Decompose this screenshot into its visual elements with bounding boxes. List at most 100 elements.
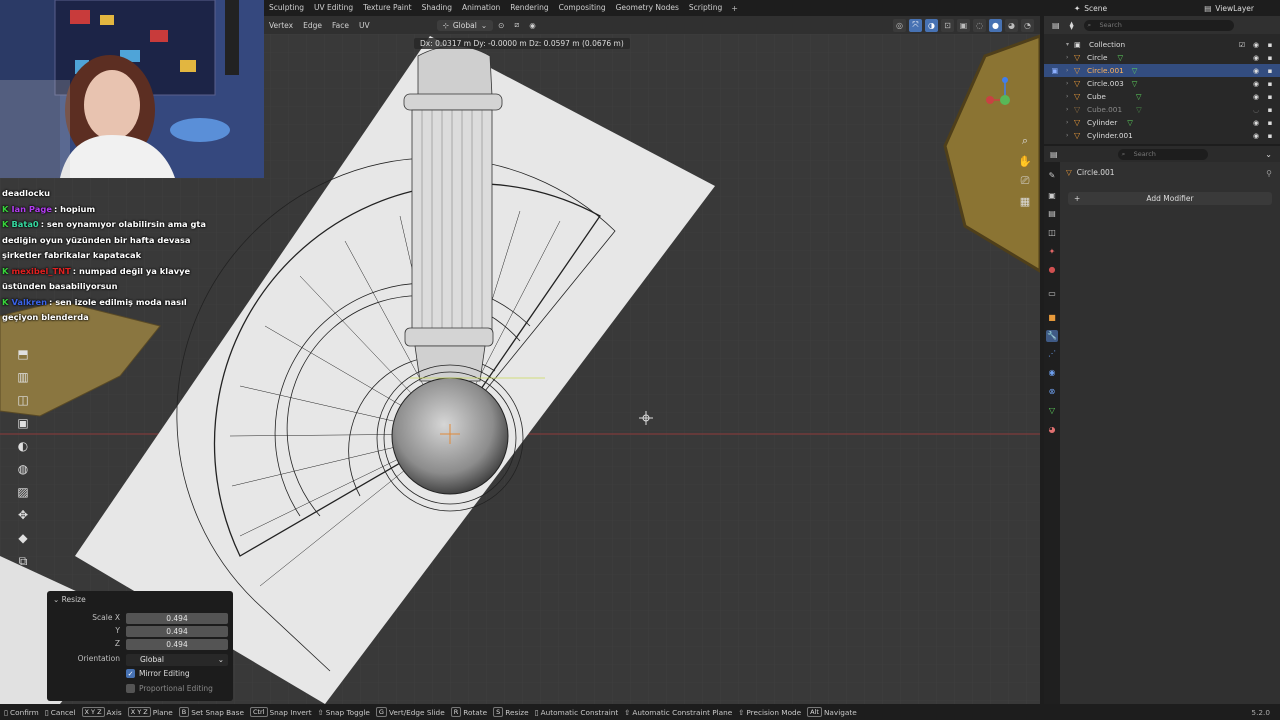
orientation-dropdown[interactable]: ⊹ Global ⌄: [436, 19, 494, 31]
constraints-tab-icon[interactable]: ⊗: [1046, 386, 1058, 398]
tab-uv-editing[interactable]: UV Editing: [309, 0, 358, 16]
scale-z-field[interactable]: 0.494: [126, 639, 228, 650]
wireframe-shading-icon[interactable]: ◌: [973, 18, 986, 32]
overlay-icon[interactable]: ◑: [925, 18, 938, 32]
collection-icon: ▣: [1074, 40, 1081, 49]
tab-shading[interactable]: Shading: [417, 0, 457, 16]
outliner-item-cylinder-001[interactable]: › ▽ Cylinder.001 ◉ ▪: [1044, 129, 1280, 142]
physics-tab-icon[interactable]: ◉: [1046, 367, 1058, 379]
navigation-gizmo[interactable]: ⌕ ✋ ⎚ ▦: [972, 70, 1038, 230]
tab-rendering[interactable]: Rendering: [505, 0, 553, 16]
camera-icon: ▪: [1267, 53, 1273, 62]
shift-key-icon: ⇧: [738, 707, 745, 717]
knife-tool-icon[interactable]: ◐: [12, 436, 34, 456]
render-tab-icon[interactable]: ▣: [1046, 190, 1058, 202]
inset-tool-icon[interactable]: ▥: [12, 367, 34, 387]
material-shading-icon[interactable]: ◕: [1005, 18, 1018, 32]
pan-hand-icon[interactable]: ✋: [1016, 152, 1034, 170]
tab-compositing[interactable]: Compositing: [554, 0, 611, 16]
x-axis-ball: [986, 96, 994, 104]
badge-icon: K: [2, 265, 9, 276]
visibility-icon[interactable]: ◎: [893, 18, 906, 32]
camera-view-icon[interactable]: ⎚: [1016, 172, 1034, 190]
xray-icon[interactable]: ▣: [957, 18, 970, 32]
badge-icon: K: [2, 219, 9, 229]
shear-tool-icon[interactable]: ◆: [12, 528, 34, 548]
mirror-editing-checkbox[interactable]: ✓ Mirror Editing: [126, 669, 190, 678]
rip-tool-icon[interactable]: ⧉: [12, 551, 34, 571]
outliner-item-cube[interactable]: › ▽ Cube ▽ ◉ ▪: [1044, 90, 1280, 103]
object-icon: ▽: [1074, 79, 1081, 88]
add-workspace-icon[interactable]: +: [727, 4, 742, 13]
mesh-overlay-icon[interactable]: ⊡: [941, 18, 954, 32]
pin-icon[interactable]: ⚲: [1266, 169, 1272, 178]
output-tab-icon[interactable]: ▤: [1046, 208, 1058, 220]
outliner-item-cylinder[interactable]: › ▽ Cylinder ▽ ◉ ▪: [1044, 116, 1280, 129]
layers-icon: ▤: [1204, 3, 1212, 13]
tab-animation[interactable]: Animation: [457, 0, 505, 16]
z-axis-ball: [1002, 77, 1008, 83]
rendered-shading-icon[interactable]: ◔: [1021, 18, 1034, 32]
zoom-icon[interactable]: ⌕: [1016, 132, 1034, 150]
chevron-down-icon[interactable]: ⌄: [1265, 150, 1272, 159]
filter-icon[interactable]: ⧫: [1070, 21, 1074, 30]
loop-cut-icon[interactable]: ▣: [12, 413, 34, 433]
mesh-data-tab-icon[interactable]: ▽: [1046, 405, 1058, 417]
tab-scripting[interactable]: Scripting: [684, 0, 727, 16]
add-modifier-button[interactable]: + Add Modifier: [1068, 192, 1272, 205]
outliner-item-circle-003[interactable]: › ▽ Circle.003 ▽ ◉ ▪: [1044, 77, 1280, 90]
object-icon: ▽: [1074, 105, 1081, 114]
edge-select-mode[interactable]: Edge: [298, 21, 327, 30]
perspective-grid-icon[interactable]: ▦: [1016, 192, 1034, 210]
mouse-left-icon: ▯: [4, 707, 9, 717]
bevel-tool-icon[interactable]: ◫: [12, 390, 34, 410]
editor-type-icon[interactable]: ▤: [1052, 21, 1060, 30]
outliner-item-circle[interactable]: › ▽ Circle ▽ ◉ ▪: [1044, 51, 1280, 64]
material-tab-icon[interactable]: ◕: [1046, 424, 1058, 436]
orientation-select[interactable]: Global ⌄: [126, 654, 228, 666]
pivot-icon[interactable]: ⊙: [493, 21, 509, 30]
uv-menu[interactable]: UV: [354, 21, 375, 30]
mesh-data-icon: ▽: [1135, 92, 1142, 101]
object-tab-icon[interactable]: ■: [1046, 312, 1058, 324]
tab-texture-paint[interactable]: Texture Paint: [358, 0, 416, 16]
tab-geometry-nodes[interactable]: Geometry Nodes: [611, 0, 684, 16]
scale-x-field[interactable]: 0.494: [126, 613, 228, 624]
outliner-item-circle-001[interactable]: ▣ › ▽ Circle.001 ▽ ◉ ▪: [1044, 64, 1280, 77]
mesh-data-icon: ▽: [1136, 105, 1142, 114]
scale-y-field[interactable]: 0.494: [126, 626, 228, 637]
proportional-editing-checkbox[interactable]: Proportional Editing: [126, 684, 213, 693]
camera-icon: ▪: [1267, 79, 1273, 88]
view-layer-tab-icon[interactable]: ◫: [1046, 227, 1058, 239]
outliner-collection-row[interactable]: ▾ ▣ Collection ☑ ◉ ▪: [1044, 38, 1280, 51]
proportional-icon[interactable]: ◉: [524, 21, 541, 30]
spin-tool-icon[interactable]: ▨: [12, 482, 34, 502]
resize-panel-title[interactable]: ⌄ Resize: [53, 595, 86, 604]
outliner-search-input[interactable]: ⌕ Search: [1083, 19, 1234, 31]
modifier-tab-icon[interactable]: 🔧: [1046, 330, 1058, 342]
gizmo-icon[interactable]: ⤧: [909, 18, 922, 32]
world-tab-icon[interactable]: ●: [1046, 264, 1058, 276]
properties-search-input[interactable]: ⌕ Search: [1117, 148, 1208, 160]
tool-tab-icon[interactable]: ✎: [1046, 170, 1058, 182]
poly-build-icon[interactable]: ◍: [12, 459, 34, 479]
chevron-down-icon: ⌄: [53, 595, 62, 604]
collection-tab-icon[interactable]: ▭: [1046, 288, 1058, 300]
snap-icon[interactable]: ⧄: [509, 20, 524, 30]
vertex-select-mode[interactable]: Vertex: [264, 21, 298, 30]
particles-tab-icon[interactable]: ⋰: [1046, 348, 1058, 360]
editor-type-icon[interactable]: ▤: [1050, 150, 1058, 159]
outliner-item-cube-001[interactable]: › ▽ Cube.001 ▽ ◡ ▪: [1044, 103, 1280, 116]
mouse-middle-icon: ▯: [534, 707, 539, 717]
extrude-tool-icon[interactable]: ⬒: [12, 344, 34, 364]
scene-selector[interactable]: ✦ Scene: [1074, 4, 1107, 13]
scene-tab-icon[interactable]: ✦: [1046, 246, 1058, 258]
tab-sculpting[interactable]: Sculpting: [264, 0, 309, 16]
properties-object-name: ▽ Circle.001: [1066, 168, 1115, 177]
smooth-tool-icon[interactable]: ✥: [12, 505, 34, 525]
view-layer-selector[interactable]: ▤ ViewLayer: [1204, 4, 1254, 13]
status-bar: ▯ Confirm ▯ Cancel X Y Z Axis X Y Z Plane BS…: [0, 704, 1280, 720]
face-select-mode[interactable]: Face: [327, 21, 354, 30]
solid-shading-icon[interactable]: ●: [989, 18, 1002, 32]
chat-message: deadlocku: [2, 188, 50, 198]
